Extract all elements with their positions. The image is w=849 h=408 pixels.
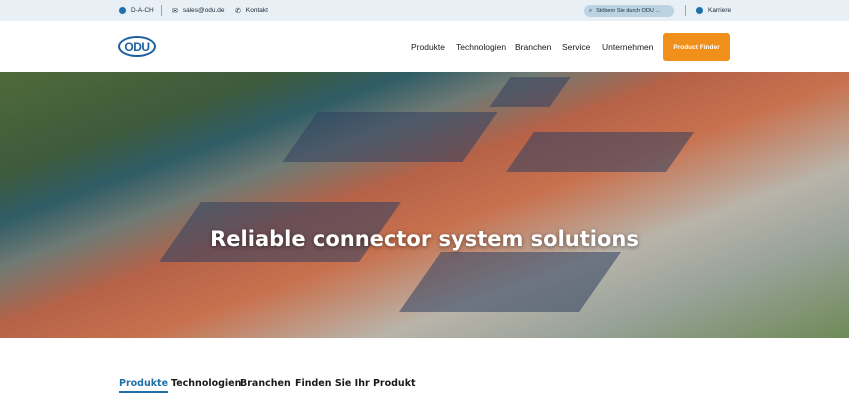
- nav-technologien[interactable]: Technologien: [456, 42, 506, 52]
- email-link[interactable]: ✉ sales@odu.de: [172, 0, 225, 21]
- contact-link[interactable]: ✆ Kontakt: [235, 0, 268, 21]
- search-icon: ⌕: [589, 7, 593, 14]
- career-icon: [696, 7, 703, 14]
- tab-technologien[interactable]: Technologien: [171, 378, 241, 389]
- top-bar: D-A-CH ✉ sales@odu.de ✆ Kontakt ⌕ Stöbern S…: [0, 0, 849, 21]
- hero-title: Reliable connector system solutions: [210, 227, 639, 251]
- tab-finden[interactable]: Finden Sie Ihr Produkt: [295, 378, 416, 389]
- envelope-icon: ✉: [172, 7, 178, 15]
- globe-icon: [119, 7, 126, 14]
- phone-icon: ✆: [235, 7, 241, 15]
- region-selector[interactable]: D-A-CH: [119, 0, 154, 21]
- divider: [161, 5, 162, 16]
- search-input[interactable]: ⌕ Stöbern Sie durch ODU ...: [584, 5, 674, 17]
- nav-service[interactable]: Service: [562, 42, 590, 52]
- hero-image: Reliable connector system solutions: [0, 72, 849, 338]
- tab-produkte[interactable]: Produkte: [119, 378, 169, 393]
- divider: [685, 5, 686, 16]
- nav-produkte[interactable]: Produkte: [411, 42, 445, 52]
- nav-branchen[interactable]: Branchen: [515, 42, 551, 52]
- tab-branchen[interactable]: Branchen: [240, 378, 291, 389]
- product-finder-button[interactable]: Product Finder: [663, 33, 730, 61]
- career-link[interactable]: Karriere: [696, 0, 731, 21]
- odu-logo[interactable]: ODU: [118, 36, 156, 57]
- nav-unternehmen[interactable]: Unternehmen: [602, 42, 654, 52]
